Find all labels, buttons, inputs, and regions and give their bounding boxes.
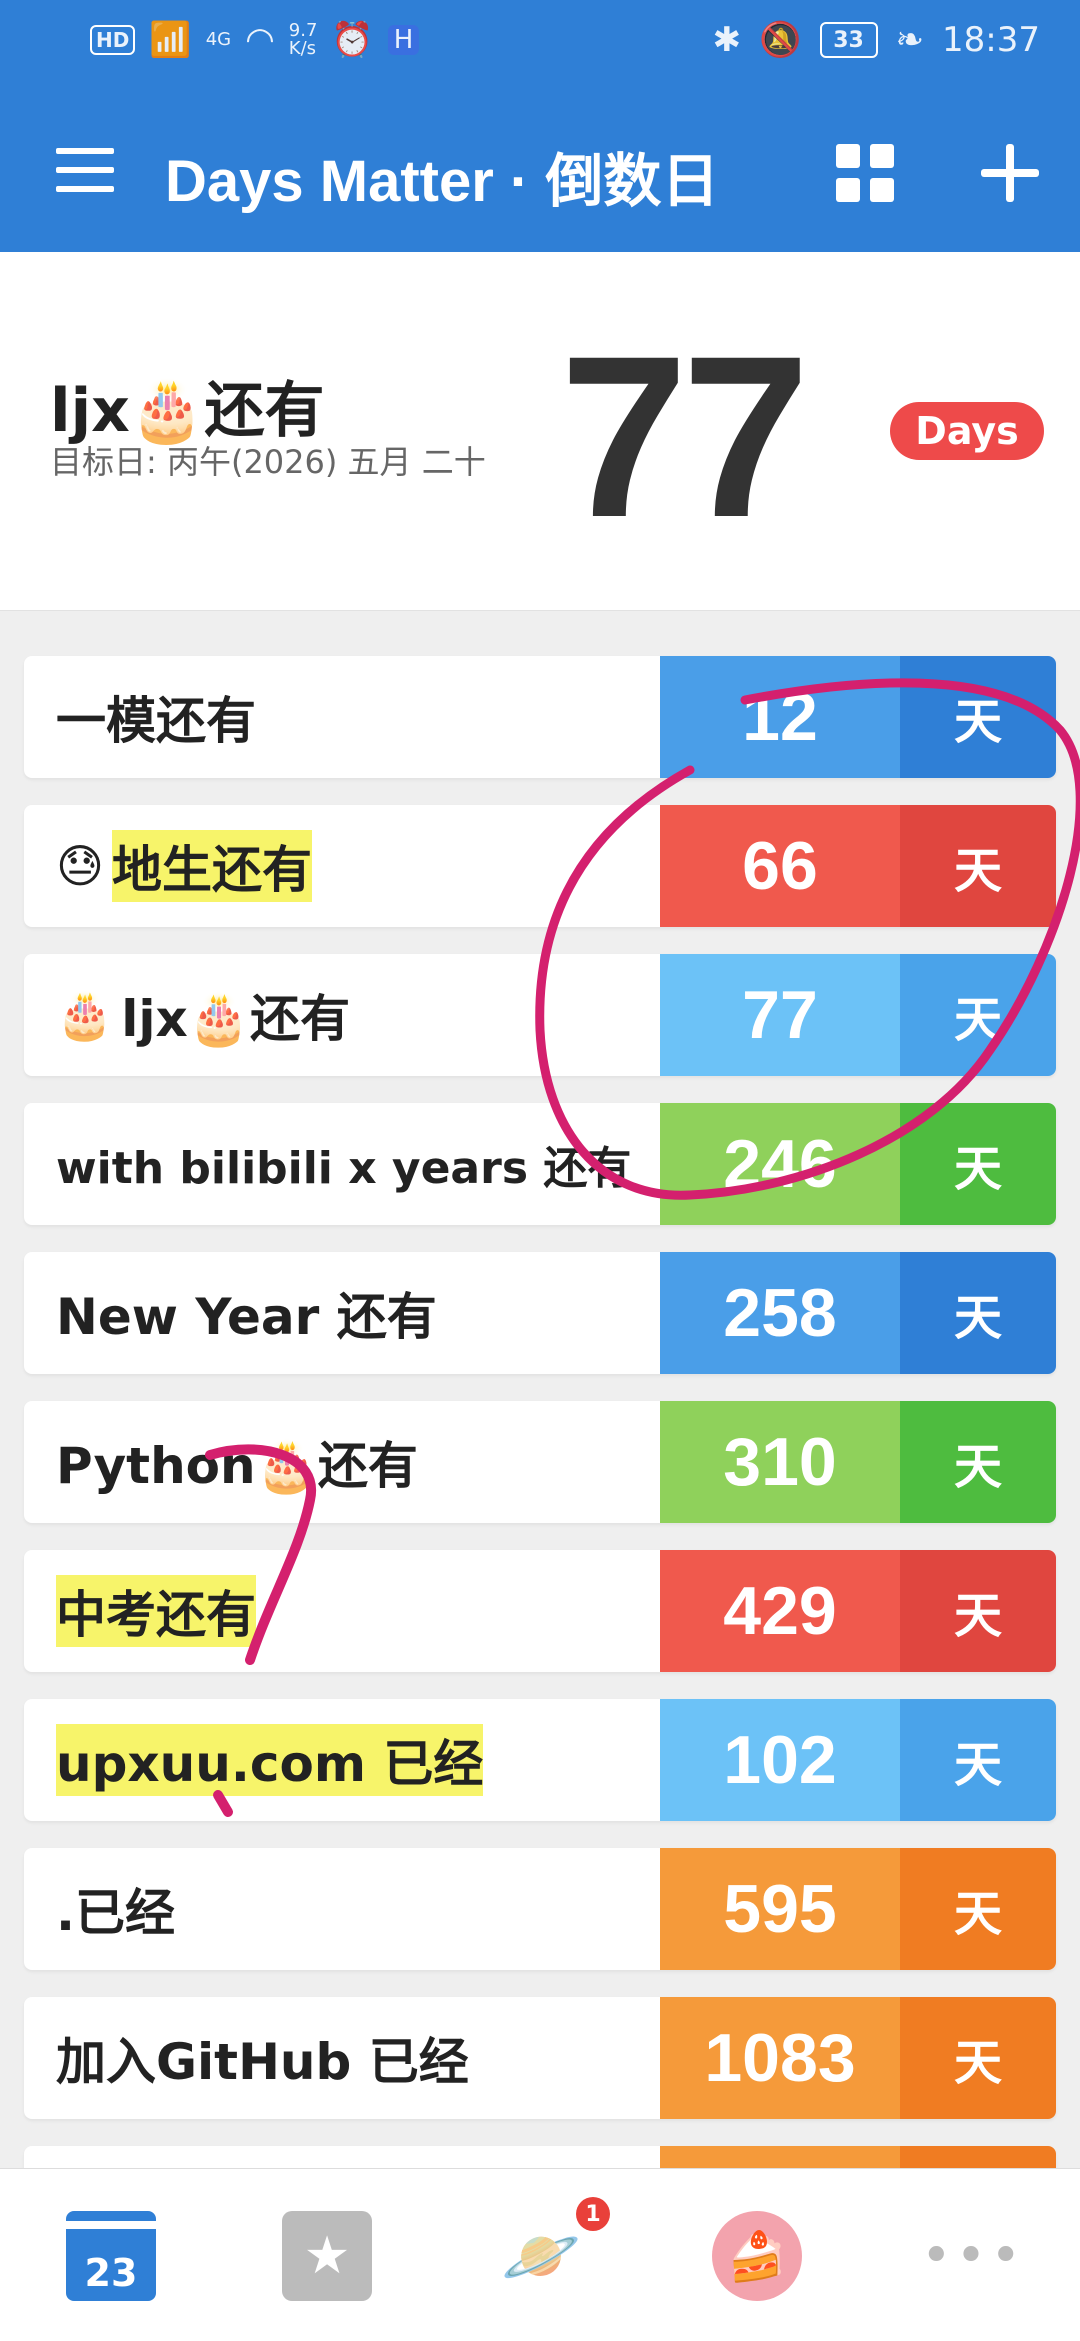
calendar-icon[interactable]: 23	[66, 2211, 156, 2301]
event-unit: 天	[900, 1848, 1056, 1970]
app-bar: Days Matter · 倒数日	[0, 92, 1080, 252]
event-label: .已经	[56, 1884, 175, 1942]
net-speed-unit: K/s	[288, 38, 317, 59]
event-row[interactable]: 中考还有 429 天	[24, 1550, 1056, 1672]
plus-icon[interactable]	[975, 138, 1045, 208]
event-days: 310	[660, 1401, 900, 1523]
cake-icon[interactable]: 🍰	[712, 2211, 802, 2301]
app-notification-icon: H	[387, 25, 420, 55]
event-label: 😓 地生还有	[56, 805, 676, 927]
event-days: 246	[660, 1103, 900, 1225]
event-row[interactable]: 😓 地生还有 66 天	[24, 805, 1056, 927]
featured-event-days-count: 77	[560, 308, 810, 565]
clock-time: 18:37	[942, 20, 1040, 60]
top-bar: HD 📶 4G ◠ 9.7 K/s ⏰ H ✱ 🔕 33 ❧ 18:37 Day…	[0, 0, 1080, 252]
event-unit: 天	[900, 656, 1056, 778]
more-icon[interactable]: •••	[921, 2211, 1021, 2301]
signal-icon: 📶	[149, 20, 192, 60]
hamburger-icon[interactable]	[56, 148, 114, 192]
featured-event-card[interactable]: ljx🎂还有 目标日: 丙午(2026) 五月 二十 77 Days	[0, 252, 1080, 611]
event-unit: 天	[900, 954, 1056, 1076]
star-list-icon[interactable]: ★	[282, 2211, 372, 2301]
event-label: Python🎂还有	[56, 1437, 418, 1495]
event-days: 77	[660, 954, 900, 1076]
event-unit: 天	[900, 1550, 1056, 1672]
leaf-icon: ❧	[895, 20, 925, 60]
event-days: 258	[660, 1252, 900, 1374]
birthday-cake-icon: 🎂	[56, 987, 114, 1042]
event-unit: 天	[900, 1699, 1056, 1821]
event-unit: 天	[900, 1997, 1056, 2119]
event-unit: 天	[900, 805, 1056, 927]
event-row[interactable]: with bilibili x years 还有 246 天	[24, 1103, 1056, 1225]
event-unit: 天	[900, 1401, 1056, 1523]
event-row[interactable]: Python🎂还有 310 天	[24, 1401, 1056, 1523]
event-unit: 天	[900, 1103, 1056, 1225]
event-row[interactable]: 加入GitHub 已经 1083 天	[24, 1997, 1056, 2119]
days-badge: Days	[890, 402, 1044, 460]
event-label: with bilibili x years 还有	[56, 1143, 632, 1194]
event-days: 12	[660, 656, 900, 778]
network-type: 4G	[205, 29, 232, 50]
event-days: 66	[660, 805, 900, 927]
planet-icon[interactable]: 🪐	[496, 2211, 586, 2301]
event-row[interactable]: 🎂 ljx🎂还有 77 天	[24, 954, 1056, 1076]
wifi-icon: ◠	[245, 20, 275, 60]
grid-icon[interactable]	[836, 144, 894, 202]
app-title: Days Matter · 倒数日	[165, 149, 720, 214]
notification-badge: 1	[576, 2197, 610, 2231]
event-list: 一模还有 12 天 😓 地生还有 66 天 🎂 ljx🎂还有 77 天 with b…	[24, 656, 1056, 2213]
event-label: 🎂 ljx🎂还有	[56, 987, 351, 1049]
event-label: 加入GitHub 已经	[56, 2033, 469, 2091]
event-label: upxuu.com 已经	[56, 1699, 676, 1821]
event-row[interactable]: .已经 595 天	[24, 1848, 1056, 1970]
bluetooth-icon: ✱	[712, 20, 742, 60]
event-label: New Year 还有	[56, 1288, 437, 1346]
mute-icon: 🔕	[759, 20, 802, 60]
bottom-navigation: 23 ★ 🪐 1 🍰 •••	[0, 2168, 1080, 2341]
event-label: 一模还有	[56, 692, 256, 750]
featured-event-title: ljx🎂还有	[50, 376, 325, 446]
event-days: 102	[660, 1699, 900, 1821]
alarm-icon: ⏰	[331, 20, 374, 60]
event-unit: 天	[900, 1252, 1056, 1374]
event-label: 中考还有	[56, 1550, 676, 1672]
event-row[interactable]: upxuu.com 已经 102 天	[24, 1699, 1056, 1821]
event-days: 595	[660, 1848, 900, 1970]
featured-event-target-date: 目标日: 丙午(2026) 五月 二十	[50, 443, 486, 481]
struggle-face-icon: 😓	[56, 839, 104, 893]
hd-indicator: HD	[90, 25, 136, 55]
status-bar: HD 📶 4G ◠ 9.7 K/s ⏰ H ✱ 🔕 33 ❧ 18:37	[0, 0, 1080, 86]
event-days: 429	[660, 1550, 900, 1672]
event-row[interactable]: 一模还有 12 天	[24, 656, 1056, 778]
event-row[interactable]: New Year 还有 258 天	[24, 1252, 1056, 1374]
event-days: 1083	[660, 1997, 900, 2119]
battery-icon: 33	[819, 22, 878, 58]
